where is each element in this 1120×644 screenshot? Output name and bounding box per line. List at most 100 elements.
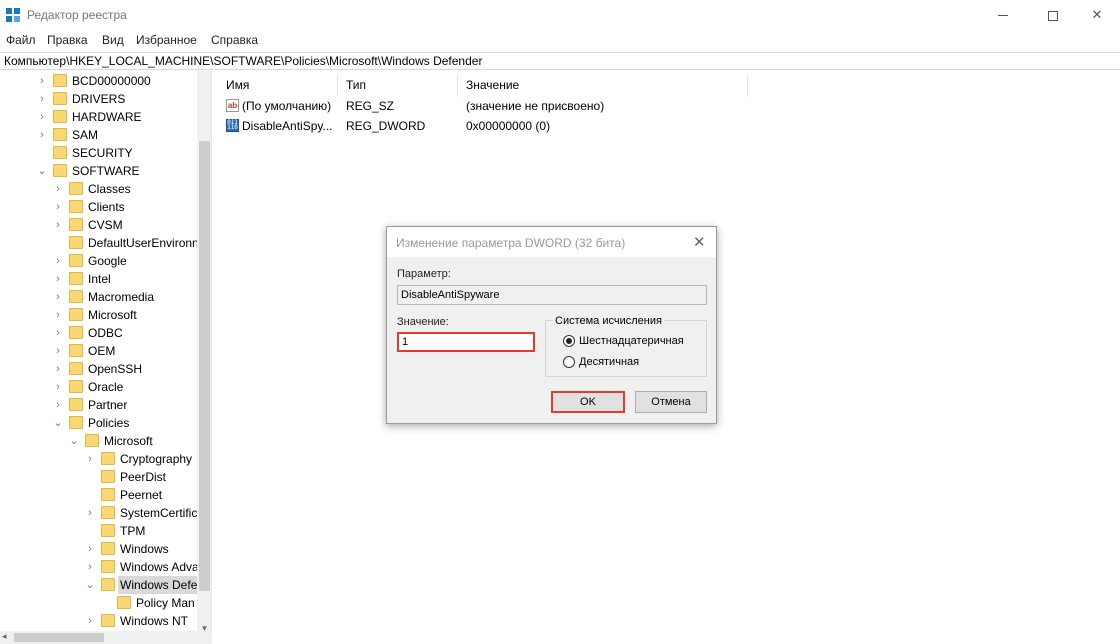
cancel-button[interactable]: Отмена [635, 391, 707, 413]
tree-item-defaultuserenvironment[interactable]: DefaultUserEnvironn [0, 234, 199, 252]
chevron-right-icon[interactable]: › [37, 108, 47, 126]
value-row-disableantispyware[interactable]: 011 110 DisableAntiSpy... REG_DWORD 0x00… [218, 116, 758, 136]
chevron-right-icon[interactable]: › [53, 180, 63, 198]
chevron-down-icon[interactable]: ⌄ [69, 432, 79, 450]
tree-item-peerdist[interactable]: PeerDist [0, 468, 197, 486]
value-name: (По умолчанию) [242, 99, 332, 113]
tree-item-tpm[interactable]: TPM [0, 522, 197, 540]
chevron-right-icon[interactable]: › [85, 558, 95, 576]
tree-item-odbc[interactable]: › ODBC [0, 324, 197, 342]
maximize-button[interactable] [1030, 0, 1076, 31]
tree-horizontal-scrollbar[interactable]: ◂ [0, 631, 212, 644]
tree-item-windows-advanced[interactable]: › Windows Adva [0, 558, 199, 576]
folder-icon [69, 254, 83, 267]
menu-file[interactable]: Файл [6, 33, 36, 47]
folder-icon [101, 578, 115, 591]
tree-item-policies-microsoft[interactable]: ⌄ Microsoft [0, 432, 197, 450]
tree-item-label: Classes [88, 182, 131, 196]
chevron-right-icon[interactable]: › [53, 252, 63, 270]
chevron-down-icon[interactable]: ⌄ [85, 576, 95, 594]
tree-item-bcd[interactable]: › BCD00000000 [0, 72, 197, 90]
chevron-right-icon[interactable]: › [37, 126, 47, 144]
column-header-data[interactable]: Значение [458, 75, 748, 97]
value-data-input[interactable]: 1 [397, 332, 535, 352]
tree-item-windows-defender[interactable]: ⌄ Windows Defe [0, 576, 200, 594]
folder-icon [85, 434, 99, 447]
chevron-right-icon[interactable]: › [85, 450, 95, 468]
tree-item-label: Policy Man [136, 596, 195, 610]
radio-selected-icon[interactable] [563, 335, 575, 347]
chevron-right-icon[interactable]: › [53, 324, 63, 342]
tree-item-partner[interactable]: › Partner [0, 396, 197, 414]
scroll-left-icon[interactable]: ◂ [2, 631, 7, 642]
column-header-name[interactable]: Имя [218, 75, 338, 97]
tree-item-openssh[interactable]: › OpenSSH [0, 360, 197, 378]
minimize-button[interactable] [980, 0, 1026, 31]
menu-help[interactable]: Справка [211, 33, 258, 47]
chevron-right-icon[interactable]: › [37, 72, 47, 90]
radio-unselected-icon[interactable] [563, 356, 575, 368]
tree-item-security[interactable]: SECURITY [0, 144, 197, 162]
dialog-title: Изменение параметра DWORD (32 бита) [396, 236, 626, 250]
tree-item-hardware[interactable]: › HARDWARE [0, 108, 197, 126]
tree-item-label: PeerDist [120, 470, 167, 484]
dialog-close-icon[interactable]: ✕ [693, 233, 706, 251]
chevron-right-icon[interactable]: › [53, 216, 63, 234]
tree-item-policy-manager[interactable]: Policy Man [0, 594, 197, 612]
chevron-right-icon[interactable]: › [53, 198, 63, 216]
menu-view[interactable]: Вид [102, 33, 124, 47]
close-button[interactable]: ✕ [1074, 0, 1120, 31]
chevron-right-icon[interactable]: › [53, 396, 63, 414]
tree-item-microsoft[interactable]: › Microsoft [0, 306, 197, 324]
tree-item-intel[interactable]: › Intel [0, 270, 197, 288]
chevron-right-icon[interactable]: › [53, 288, 63, 306]
tree-item-label: Peernet [120, 488, 163, 502]
chevron-right-icon[interactable]: › [85, 612, 95, 630]
value-type: REG_SZ [346, 99, 395, 113]
chevron-right-icon[interactable]: › [37, 90, 47, 108]
chevron-down-icon[interactable]: ⌄ [37, 162, 47, 180]
tree-item-systemcertificates[interactable]: › SystemCertific [0, 504, 197, 522]
tree-item-macromedia[interactable]: › Macromedia [0, 288, 197, 306]
folder-icon [69, 290, 83, 303]
tree-item-sam[interactable]: › SAM [0, 126, 197, 144]
tree-item-cryptography[interactable]: › Cryptography [0, 450, 197, 468]
tree-item-label: DefaultUserEnvironn [88, 236, 199, 250]
menu-edit[interactable]: Правка [47, 33, 88, 47]
chevron-right-icon[interactable]: › [85, 540, 95, 558]
tree-item-windows[interactable]: › Windows [0, 540, 197, 558]
tree-item-label: DRIVERS [72, 92, 126, 106]
tree-item-oem[interactable]: › OEM [0, 342, 197, 360]
edit-dword-dialog: Изменение параметра DWORD (32 бита) ✕ Па… [386, 226, 717, 424]
value-data: (значение не присвоено) [466, 99, 605, 113]
ok-button[interactable]: OK [551, 391, 625, 413]
scrollbar-thumb[interactable] [199, 141, 210, 591]
tree-item-windows-nt[interactable]: › Windows NT [0, 612, 197, 630]
column-header-type[interactable]: Тип [338, 75, 458, 97]
menu-favorites[interactable]: Избранное [136, 33, 197, 47]
chevron-right-icon[interactable]: › [53, 378, 63, 396]
chevron-right-icon[interactable]: › [53, 342, 63, 360]
tree-item-label: Windows Adva [120, 560, 199, 574]
tree-vertical-scrollbar[interactable]: ▾ [197, 71, 211, 644]
address-bar[interactable]: Компьютер\HKEY_LOCAL_MACHINE\SOFTWARE\Po… [0, 52, 1120, 70]
tree-item-oracle[interactable]: › Oracle [0, 378, 197, 396]
folder-icon [101, 560, 115, 573]
chevron-right-icon[interactable]: › [85, 504, 95, 522]
param-name-field: DisableAntiSpyware [397, 285, 707, 305]
title-bar: Редактор реестра ✕ [0, 0, 1120, 31]
chevron-right-icon[interactable]: › [53, 270, 63, 288]
tree-item-classes[interactable]: › Classes [0, 180, 197, 198]
scrollbar-thumb[interactable] [14, 633, 104, 642]
tree-item-drivers[interactable]: › DRIVERS [0, 90, 197, 108]
chevron-down-icon[interactable]: ⌄ [53, 414, 63, 432]
tree-item-policies[interactable]: ⌄ Policies [0, 414, 197, 432]
tree-item-software[interactable]: ⌄ SOFTWARE [0, 162, 197, 180]
chevron-right-icon[interactable]: › [53, 306, 63, 324]
chevron-right-icon[interactable]: › [53, 360, 63, 378]
tree-item-google[interactable]: › Google [0, 252, 197, 270]
tree-item-peernet[interactable]: Peernet [0, 486, 197, 504]
tree-item-cvsm[interactable]: › CVSM [0, 216, 197, 234]
tree-item-clients[interactable]: › Clients [0, 198, 197, 216]
value-row-default[interactable]: ab (По умолчанию) REG_SZ (значение не пр… [218, 96, 758, 116]
